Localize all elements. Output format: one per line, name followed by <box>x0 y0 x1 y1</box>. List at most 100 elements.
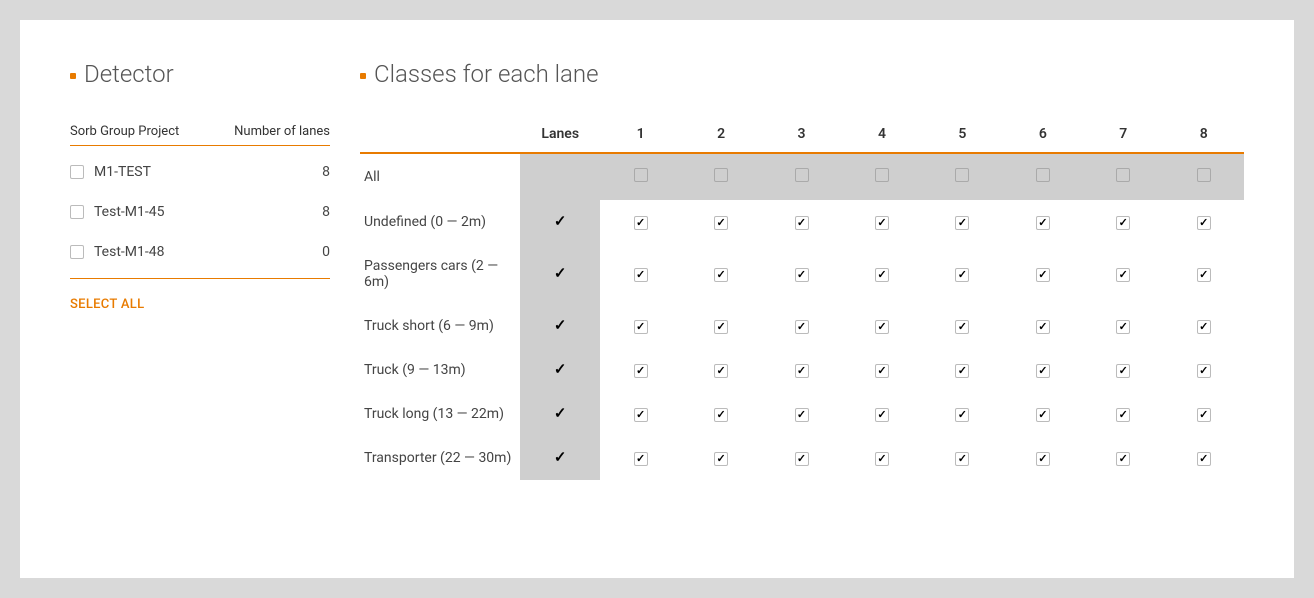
class-lane-checkbox[interactable] <box>714 320 728 334</box>
class-lane-checkbox[interactable] <box>1036 408 1050 422</box>
lanes-header-lanes: Lanes <box>520 118 600 153</box>
class-lane-checkbox[interactable] <box>634 408 648 422</box>
class-lane-checkbox[interactable] <box>1116 268 1130 282</box>
class-lane-checkbox[interactable] <box>1116 408 1130 422</box>
class-lane-checkbox[interactable] <box>875 268 889 282</box>
class-all-checkbox[interactable] <box>553 267 567 281</box>
class-lane-checkbox[interactable] <box>634 452 648 466</box>
class-lane-checkbox[interactable] <box>955 452 969 466</box>
class-label: Truck short (6 — 9m) <box>360 304 520 348</box>
detector-col-project: Sorb Group Project <box>70 124 179 139</box>
class-label: Undefined (0 — 2m) <box>360 200 520 244</box>
class-lane-checkbox[interactable] <box>1116 216 1130 230</box>
detector-panel: Detector Sorb Group Project Number of la… <box>70 60 330 538</box>
lane-header-1: 1 <box>600 118 680 153</box>
class-row: Undefined (0 — 2m) <box>360 200 1244 244</box>
class-lane-checkbox[interactable] <box>714 408 728 422</box>
class-lane-checkbox[interactable] <box>1197 408 1211 422</box>
all-lane-checkbox[interactable] <box>714 168 728 182</box>
detector-checkbox[interactable] <box>70 245 84 259</box>
class-lane-checkbox[interactable] <box>875 320 889 334</box>
class-lane-checkbox[interactable] <box>875 452 889 466</box>
class-lane-checkbox[interactable] <box>955 364 969 378</box>
lane-header-3: 3 <box>761 118 841 153</box>
lane-row-all: All <box>360 153 1244 200</box>
class-lane-checkbox[interactable] <box>795 216 809 230</box>
class-lane-checkbox[interactable] <box>1116 320 1130 334</box>
all-lane-checkbox[interactable] <box>1116 168 1130 182</box>
all-lane-checkbox[interactable] <box>955 168 969 182</box>
class-lane-checkbox[interactable] <box>875 408 889 422</box>
all-lane-checkbox[interactable] <box>634 168 648 182</box>
detector-title-text: Detector <box>84 60 174 88</box>
class-lane-checkbox[interactable] <box>714 268 728 282</box>
class-all-checkbox[interactable] <box>553 407 567 421</box>
class-lane-checkbox[interactable] <box>1197 268 1211 282</box>
class-lane-checkbox[interactable] <box>1036 320 1050 334</box>
class-lane-checkbox[interactable] <box>875 364 889 378</box>
select-all-button[interactable]: SELECT ALL <box>70 297 144 312</box>
class-all-checkbox[interactable] <box>553 451 567 465</box>
class-lane-checkbox[interactable] <box>955 320 969 334</box>
lane-header-2: 2 <box>681 118 761 153</box>
class-lane-checkbox[interactable] <box>634 364 648 378</box>
class-label: Passengers cars (2 — 6m) <box>360 244 520 304</box>
lanes-header-blank <box>360 118 520 153</box>
detector-checkbox[interactable] <box>70 205 84 219</box>
class-lane-checkbox[interactable] <box>955 268 969 282</box>
class-lane-checkbox[interactable] <box>795 268 809 282</box>
class-lane-checkbox[interactable] <box>634 320 648 334</box>
detector-name: M1-TEST <box>94 164 151 180</box>
class-lane-checkbox[interactable] <box>955 216 969 230</box>
detector-table-head: Sorb Group Project Number of lanes <box>70 118 330 146</box>
class-all-checkbox[interactable] <box>553 319 567 333</box>
lanes-table: Lanes 12345678 AllUndefined (0 — 2m)Pass… <box>360 118 1244 480</box>
class-label: Truck long (13 — 22m) <box>360 392 520 436</box>
lane-header-6: 6 <box>1003 118 1083 153</box>
class-lane-checkbox[interactable] <box>1036 452 1050 466</box>
detector-separator: SELECT ALL <box>70 278 330 312</box>
class-lane-checkbox[interactable] <box>714 216 728 230</box>
class-lane-checkbox[interactable] <box>634 268 648 282</box>
detector-row: Test-M1-458 <box>70 192 330 232</box>
class-lane-checkbox[interactable] <box>795 452 809 466</box>
class-lane-checkbox[interactable] <box>1197 216 1211 230</box>
class-all-checkbox[interactable] <box>553 215 567 229</box>
class-lane-checkbox[interactable] <box>795 320 809 334</box>
class-lane-checkbox[interactable] <box>1116 364 1130 378</box>
class-all-checkbox[interactable] <box>553 363 567 377</box>
all-lane-checkbox[interactable] <box>795 168 809 182</box>
class-lane-checkbox[interactable] <box>1197 364 1211 378</box>
class-lane-checkbox[interactable] <box>795 408 809 422</box>
detector-row: M1-TEST 8 <box>70 152 330 192</box>
detector-row: Test-M1-480 <box>70 232 330 272</box>
class-label: Transporter (22 — 30m) <box>360 436 520 480</box>
class-row: Truck (9 — 13m) <box>360 348 1244 392</box>
bullet-icon <box>360 73 366 79</box>
class-lane-checkbox[interactable] <box>634 216 648 230</box>
class-lane-checkbox[interactable] <box>795 364 809 378</box>
class-lane-checkbox[interactable] <box>1036 364 1050 378</box>
class-lane-checkbox[interactable] <box>875 216 889 230</box>
lane-header-8: 8 <box>1164 118 1245 153</box>
class-label: Truck (9 — 13m) <box>360 348 520 392</box>
all-lane-checkbox[interactable] <box>875 168 889 182</box>
lane-header-4: 4 <box>842 118 922 153</box>
class-row: Transporter (22 — 30m) <box>360 436 1244 480</box>
detector-name: Test-M1-48 <box>94 244 164 260</box>
class-lane-checkbox[interactable] <box>714 364 728 378</box>
class-lane-checkbox[interactable] <box>955 408 969 422</box>
all-lane-checkbox[interactable] <box>1036 168 1050 182</box>
all-lane-checkbox[interactable] <box>1197 168 1211 182</box>
class-lane-checkbox[interactable] <box>1116 452 1130 466</box>
class-lane-checkbox[interactable] <box>1036 216 1050 230</box>
detector-lane-count: 8 <box>322 164 330 180</box>
class-lane-checkbox[interactable] <box>1036 268 1050 282</box>
all-label: All <box>360 153 520 200</box>
class-lane-checkbox[interactable] <box>1197 320 1211 334</box>
class-lane-checkbox[interactable] <box>714 452 728 466</box>
detector-checkbox[interactable] <box>70 165 84 179</box>
lane-header-7: 7 <box>1083 118 1163 153</box>
class-lane-checkbox[interactable] <box>1197 452 1211 466</box>
detector-table: Sorb Group Project Number of lanes M1-TE… <box>70 118 330 312</box>
